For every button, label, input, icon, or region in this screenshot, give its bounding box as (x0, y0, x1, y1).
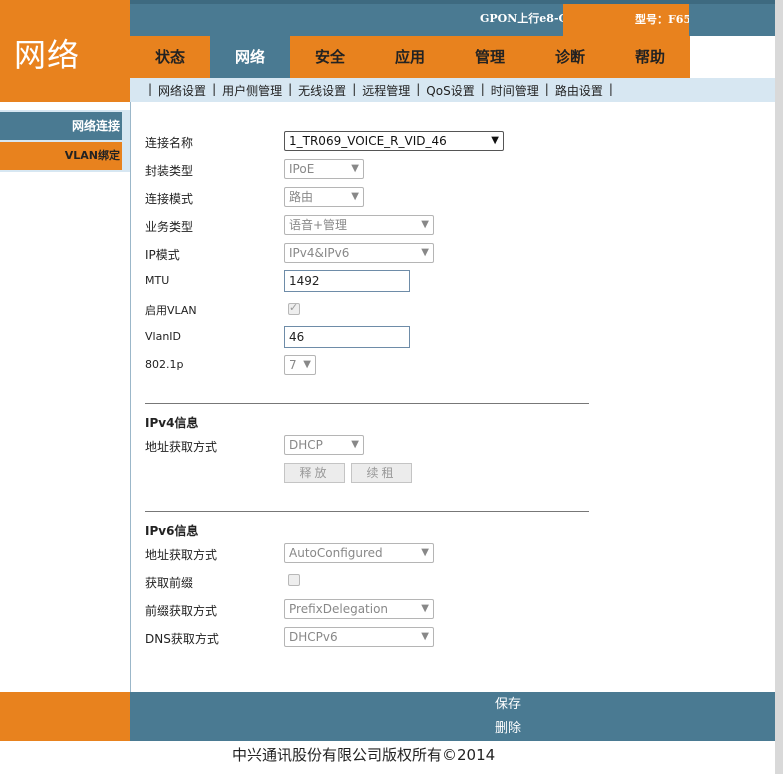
subnav-remote[interactable]: 远程管理 (362, 82, 410, 99)
subnav-qos[interactable]: QoS设置 (426, 82, 474, 99)
left-header: 网络 (0, 0, 130, 102)
sub-nav: | 网络设置 | 用户侧管理 | 无线设置 | 远程管理 | QoS设置 | 时… (130, 78, 775, 102)
separator: | (148, 82, 153, 96)
content-border (130, 102, 131, 692)
ipv6-section-title: IPv6信息 (145, 524, 199, 538)
content-area (130, 102, 775, 692)
subnav-user-side[interactable]: 用户侧管理 (222, 82, 282, 99)
chevron-down-icon: ▼ (421, 603, 429, 614)
chevron-down-icon: ▼ (421, 547, 429, 558)
ip-mode-label: IP模式 (145, 248, 180, 262)
ipv6-addr-method-value: AutoConfigured (289, 546, 383, 560)
section-divider (145, 511, 589, 512)
tab-management[interactable]: 管理 (450, 36, 530, 78)
renew-button[interactable]: 续租 (351, 463, 412, 483)
chevron-down-icon: ▼ (351, 163, 359, 174)
subnav-wireless[interactable]: 无线设置 (298, 82, 346, 99)
chevron-down-icon: ▼ (303, 359, 311, 370)
enable-vlan-label: 启用VLAN (145, 304, 197, 317)
encap-type-label: 封装类型 (145, 164, 194, 178)
main-nav: 状态 网络 安全 应用 管理 诊断 帮助 (130, 36, 690, 78)
dns-method-select[interactable]: DHCPv6 ▼ (284, 627, 434, 647)
chevron-down-icon: ▼ (421, 219, 429, 230)
separator: | (352, 82, 357, 96)
connection-name-select[interactable]: 1_TR069_VOICE_R_VID_46 ▼ (284, 131, 504, 151)
ipv4-section-title: IPv4信息 (145, 416, 199, 430)
sidebar-item-network-connection[interactable]: 网络连接 (0, 112, 122, 140)
encap-type-value: IPoE (289, 162, 315, 176)
dot1p-label: 802.1p (145, 358, 184, 371)
ip-mode-select[interactable]: IPv4&IPv6 ▼ (284, 243, 434, 263)
get-prefix-label: 获取前缀 (145, 576, 194, 590)
get-prefix-checkbox[interactable] (288, 574, 300, 586)
dot1p-value: 7 (289, 358, 297, 372)
prefix-method-select[interactable]: PrefixDelegation ▼ (284, 599, 434, 619)
footer-left (0, 692, 130, 741)
top-right-strip (689, 4, 775, 36)
prefix-method-value: PrefixDelegation (289, 602, 389, 616)
connection-mode-select[interactable]: 路由 ▼ (284, 187, 364, 207)
mtu-input[interactable]: 1492 (284, 270, 410, 292)
encap-type-select[interactable]: IPoE ▼ (284, 159, 364, 179)
footer-bar (130, 692, 775, 741)
chevron-down-icon: ▼ (351, 439, 359, 450)
service-type-label: 业务类型 (145, 220, 194, 234)
dns-method-label: DNS获取方式 (145, 632, 219, 646)
ipv4-addr-method-value: DHCP (289, 438, 323, 452)
section-title: 网络 (14, 36, 81, 74)
chevron-down-icon: ▼ (351, 191, 359, 202)
tab-security[interactable]: 安全 (290, 36, 370, 78)
ipv4-addr-method-label: 地址获取方式 (145, 440, 218, 454)
prefix-method-label: 前缀获取方式 (145, 604, 218, 618)
tab-diagnosis[interactable]: 诊断 (530, 36, 610, 78)
ipv4-addr-method-select[interactable]: DHCP ▼ (284, 435, 364, 455)
subnav-routing[interactable]: 路由设置 (555, 82, 603, 99)
enable-vlan-checkbox[interactable] (288, 301, 300, 315)
chevron-down-icon: ▼ (421, 247, 429, 258)
delete-button[interactable]: 删除 (469, 718, 547, 740)
sidebar: 网络连接 VLAN绑定 (0, 102, 130, 692)
service-type-select[interactable]: 语音+管理 ▼ (284, 215, 434, 235)
dns-method-value: DHCPv6 (289, 630, 338, 644)
dot1p-select[interactable]: 7 ▼ (284, 355, 316, 375)
subnav-network-settings[interactable]: 网络设置 (158, 82, 206, 99)
chevron-down-icon: ▼ (491, 135, 499, 146)
vlan-id-label: VlanID (145, 330, 182, 343)
connection-name-value: 1_TR069_VOICE_R_VID_46 (289, 134, 447, 148)
tab-application[interactable]: 应用 (370, 36, 450, 78)
separator: | (480, 82, 485, 96)
tab-status[interactable]: 状态 (130, 36, 210, 78)
model-box: 型号：F650 (563, 4, 699, 36)
ipv6-addr-method-label: 地址获取方式 (145, 548, 218, 562)
ip-mode-value: IPv4&IPv6 (289, 246, 350, 260)
ipv6-addr-method-select[interactable]: AutoConfigured ▼ (284, 543, 434, 563)
copyright-text: 中兴通讯股份有限公司版权所有©2014 (232, 746, 496, 764)
right-edge (775, 0, 783, 774)
separator: | (608, 82, 613, 96)
connection-mode-label: 连接模式 (145, 192, 194, 206)
separator: | (416, 82, 421, 96)
connection-mode-value: 路由 (289, 190, 314, 204)
nav-spacer (690, 36, 775, 78)
subnav-time[interactable]: 时间管理 (491, 82, 539, 99)
sidebar-item-vlan-binding[interactable]: VLAN绑定 (0, 142, 122, 170)
release-button[interactable]: 释放 (284, 463, 345, 483)
connection-name-label: 连接名称 (145, 136, 194, 150)
service-type-value: 语音+管理 (289, 218, 348, 232)
separator: | (544, 82, 549, 96)
tab-help[interactable]: 帮助 (610, 36, 690, 78)
separator: | (212, 82, 217, 96)
section-divider (145, 403, 589, 404)
tab-network[interactable]: 网络 (210, 36, 290, 78)
vlan-id-input[interactable]: 46 (284, 326, 410, 348)
separator: | (288, 82, 293, 96)
save-button[interactable]: 保存 (469, 694, 547, 716)
mtu-label: MTU (145, 274, 170, 287)
chevron-down-icon: ▼ (421, 631, 429, 642)
product-label: GPON上行e8-C (480, 12, 568, 25)
